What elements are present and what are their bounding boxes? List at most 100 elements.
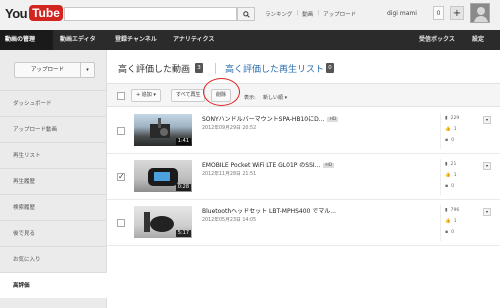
row-checkbox[interactable]: [117, 127, 125, 135]
upload-button[interactable]: アップロード ▾: [14, 62, 95, 78]
nav-analytics[interactable]: アナリティクス: [168, 30, 219, 50]
views-stat: ▮ 796: [445, 205, 500, 216]
likes-count: 1: [453, 219, 457, 224]
avatar[interactable]: [470, 3, 490, 23]
likes-stat: 👍 1: [445, 170, 500, 181]
views-stat: ▮ 229: [445, 113, 500, 124]
avatar-head: [477, 7, 485, 15]
hd-badge: HD: [327, 117, 339, 122]
likes-count: 1: [453, 173, 457, 178]
ranking-link[interactable]: ランキング: [265, 10, 292, 18]
video-date: 2012年09月29日 20:52: [202, 126, 257, 131]
video-duration: 5:17: [175, 230, 191, 237]
video-row[interactable]: 5:17 Bluetoothヘッドセット LBT-MPHS400 でマル... …: [107, 200, 500, 246]
logo-tube: Tube: [29, 5, 63, 21]
comment-icon: ▪: [445, 138, 449, 143]
link-separator: |: [296, 10, 299, 16]
avatar-body: [474, 16, 488, 22]
video-duration: 0:28: [175, 184, 191, 191]
comments-count: 0: [451, 138, 455, 143]
video-stats: ▮ 21 👍 1 ▪ 0: [440, 159, 500, 195]
comments-count: 0: [451, 230, 455, 235]
sidebar-item-history[interactable]: 再生履歴: [0, 168, 107, 194]
title-divider: [215, 63, 216, 74]
views-count: 229: [450, 116, 460, 121]
chevron-down-icon[interactable]: ▾: [483, 162, 491, 170]
views-stat: ▮ 21: [445, 159, 500, 170]
link-separator: |: [317, 10, 320, 16]
playlist-title-link[interactable]: 高く評価した再生リスト: [225, 62, 324, 75]
sidebar: アップロード ▾ ダッシュボード アップロード動画 再生リスト 再生履歴 検索履…: [0, 50, 107, 308]
nav-settings[interactable]: 設定: [467, 30, 489, 50]
sidebar-item-favorites[interactable]: お気に入り: [0, 246, 107, 272]
video-date: 2012年11月28日 21:51: [202, 172, 257, 177]
play-all-button[interactable]: すべて再生: [171, 89, 206, 102]
video-date: 2012年05月23日 14:05: [202, 218, 257, 223]
video-row[interactable]: 1:41 SONYハンドルバーマウントSPA-HB10にD... HD 2012年…: [107, 108, 500, 154]
thumbs-up-icon: 👍: [445, 173, 451, 178]
video-thumbnail[interactable]: 5:17: [134, 206, 192, 238]
sort-dropdown[interactable]: 新しい順 ▾: [263, 94, 287, 101]
comments-stat: ▪ 0: [445, 135, 500, 146]
views-count: 796: [450, 208, 460, 213]
video-thumbnail[interactable]: 1:41: [134, 114, 192, 146]
views-count: 21: [450, 162, 457, 167]
row-checkbox-checked[interactable]: ✓: [117, 173, 125, 181]
sidebar-item-search-history[interactable]: 検索履歴: [0, 194, 107, 220]
upload-link[interactable]: アップロード: [323, 10, 356, 18]
nav-video-editor[interactable]: 動画エディタ: [55, 30, 101, 50]
video-thumbnail[interactable]: 0:28: [134, 160, 192, 192]
comments-stat: ▪ 0: [445, 227, 500, 238]
bars-icon: ▮: [445, 208, 448, 213]
comment-icon: ▪: [445, 184, 449, 189]
video-stats: ▮ 796 👍 1 ▪ 0: [440, 205, 500, 241]
sidebar-item-dashboard[interactable]: ダッシュボード: [0, 90, 107, 116]
bars-icon: ▮: [445, 116, 448, 121]
title-count-badge: 3: [195, 63, 203, 73]
chevron-down-icon[interactable]: ▾: [483, 116, 491, 124]
sidebar-item-watch-later[interactable]: 後で見る: [0, 220, 107, 246]
add-button[interactable]: +: [450, 6, 464, 20]
playlist-count-badge: 0: [326, 63, 334, 73]
video-title-text: SONYハンドルバーマウントSPA-HB10にD...: [202, 116, 325, 123]
logo-you: You: [5, 5, 28, 21]
video-title-text: EMOBILE Pocket WiFi LTE GL01P のSSI...: [202, 162, 321, 169]
top-bar: You Tube ランキング | 動画 | アップロード digi mami 0…: [0, 0, 500, 28]
sort-label: 表示:: [244, 95, 256, 101]
likes-count: 1: [453, 127, 457, 132]
row-checkbox[interactable]: [117, 219, 125, 227]
page-title: 高く評価した動画: [118, 65, 191, 75]
sidebar-item-uploads[interactable]: アップロード動画: [0, 116, 107, 142]
search-icon: [242, 10, 250, 18]
toolbar: + 追加 ▾ すべて再生 削除 表示: 新しい順 ▾: [107, 83, 500, 107]
video-stats: ▮ 229 👍 1 ▪ 0: [440, 113, 500, 149]
main-nav: 動画の管理 動画エディタ 登録チャンネル アナリティクス 受信ボックス 設定: [0, 30, 500, 50]
video-title-text: Bluetoothヘッドセット LBT-MPHS400 でマル...: [202, 208, 336, 215]
sidebar-item-liked[interactable]: 高評価: [0, 272, 107, 298]
search-input[interactable]: [64, 7, 237, 21]
thumbs-up-icon: 👍: [445, 127, 451, 132]
nav-subscriptions[interactable]: 登録チャンネル: [110, 30, 162, 50]
comments-count: 0: [451, 184, 455, 189]
video-title[interactable]: EMOBILE Pocket WiFi LTE GL01P のSSI... HD: [202, 160, 335, 169]
sidebar-item-playlists[interactable]: 再生リスト: [0, 142, 107, 168]
notification-count[interactable]: 0: [433, 6, 444, 20]
videos-link[interactable]: 動画: [302, 10, 313, 18]
video-title[interactable]: Bluetoothヘッドセット LBT-MPHS400 でマル...: [202, 206, 336, 215]
nav-video-manager[interactable]: 動画の管理: [0, 30, 53, 50]
chevron-down-icon[interactable]: ▾: [483, 208, 491, 216]
likes-stat: 👍 1: [445, 124, 500, 135]
youtube-logo[interactable]: You Tube: [5, 4, 63, 22]
comments-stat: ▪ 0: [445, 181, 500, 192]
chevron-down-icon[interactable]: ▾: [80, 63, 94, 77]
username[interactable]: digi mami: [387, 10, 417, 17]
bars-icon: ▮: [445, 162, 448, 167]
hd-badge: HD: [323, 163, 335, 168]
upload-label: アップロード: [30, 67, 64, 73]
video-title[interactable]: SONYハンドルバーマウントSPA-HB10にD... HD: [202, 114, 339, 123]
search-button[interactable]: [237, 7, 255, 21]
add-to-button[interactable]: + 追加 ▾: [131, 89, 161, 102]
nav-inbox[interactable]: 受信ボックス: [414, 30, 460, 50]
video-row[interactable]: ✓ 0:28 EMOBILE Pocket WiFi LTE GL01P のSS…: [107, 154, 500, 200]
select-all-checkbox[interactable]: [117, 92, 125, 100]
